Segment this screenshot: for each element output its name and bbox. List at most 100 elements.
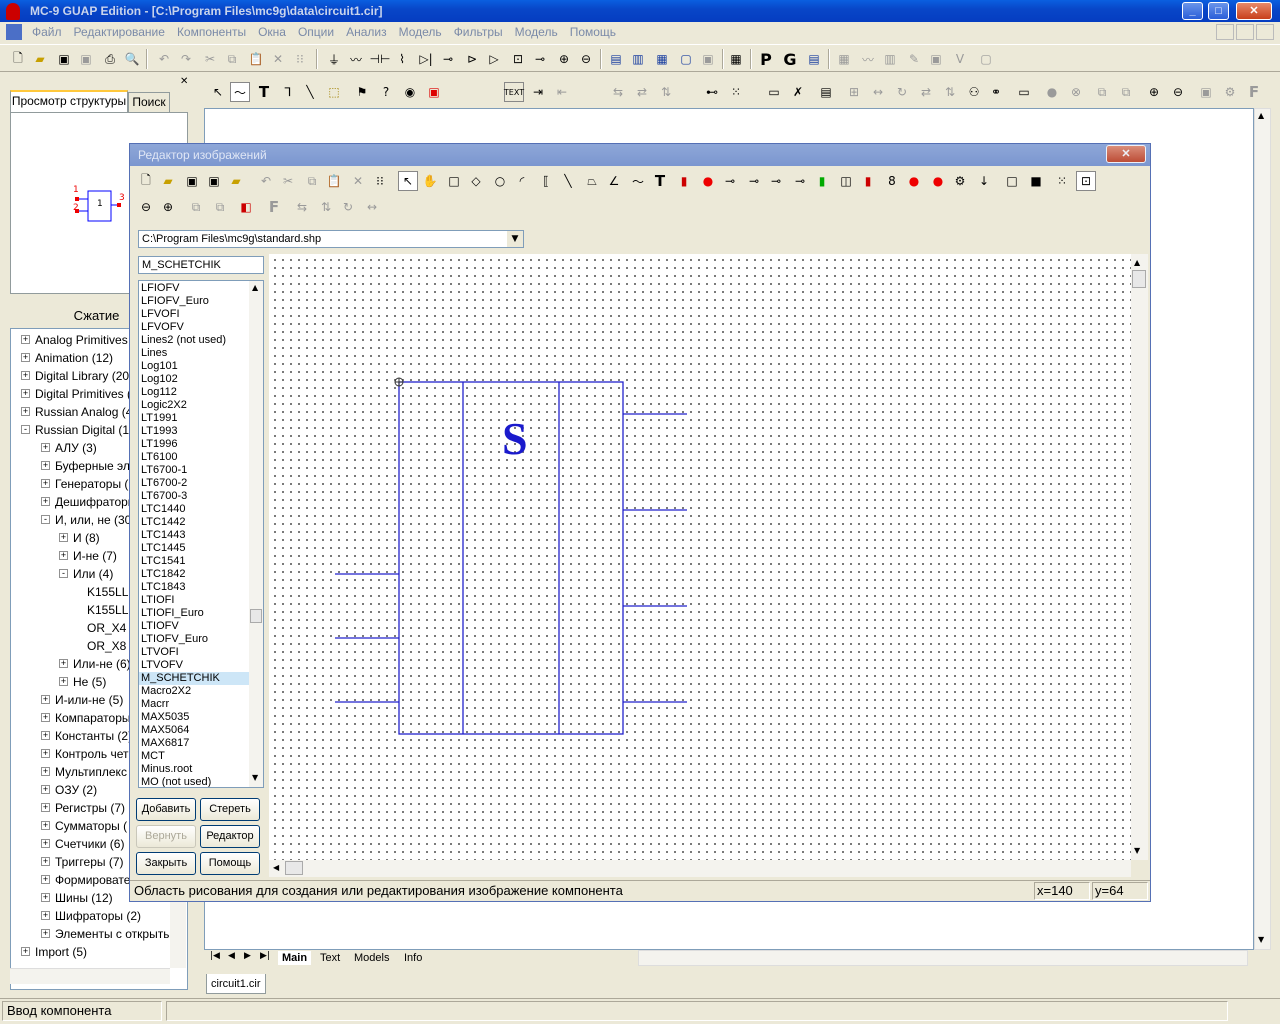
tool-y4-icon[interactable]: ⇄ <box>916 82 936 102</box>
source-icon[interactable]: ⊕ <box>554 49 574 69</box>
menu-filters[interactable]: Фильтры <box>448 22 509 42</box>
erase-button[interactable]: Стереть <box>200 798 260 821</box>
new-file-icon[interactable]: 🗋 <box>8 49 28 69</box>
tree-item[interactable]: + Import (5) <box>11 943 187 961</box>
shape-list-item[interactable]: M_SCHETCHIK <box>139 672 249 685</box>
shape-list-item[interactable]: LT1996 <box>139 438 249 451</box>
tool-x3-icon[interactable]: ⇅ <box>656 82 676 102</box>
editor-polygon-icon[interactable]: ⏢ <box>582 171 602 191</box>
editor-diamond-icon[interactable]: ◇ <box>466 171 486 191</box>
open-folder-icon[interactable]: ▰ <box>30 49 50 69</box>
tab-models[interactable]: Models <box>350 951 393 965</box>
shape-list-item[interactable]: LT6700-3 <box>139 490 249 503</box>
shape-list-item[interactable]: LTIOFI_Euro <box>139 607 249 620</box>
editor-folder-icon[interactable]: ▰ <box>226 171 246 191</box>
collapse-node-icon[interactable]: - <box>41 515 50 524</box>
doc-hscrollbar[interactable] <box>638 950 1248 966</box>
shape-list-scrollbar[interactable]: ▲ ▼ <box>249 281 263 787</box>
tab-nav-last[interactable]: ▶| <box>260 951 270 961</box>
expand-node-icon[interactable]: + <box>21 947 30 956</box>
wire-tool-icon[interactable]: 〜 <box>230 82 250 102</box>
shape-library-select[interactable]: C:\Program Files\mc9g\standard.shp ▼ <box>138 230 524 248</box>
props-icon[interactable]: ▤ <box>816 82 836 102</box>
editor-line-icon[interactable]: ╲ <box>558 171 578 191</box>
shape-list-item[interactable]: Lines <box>139 347 249 360</box>
resistor-icon[interactable]: 〰 <box>346 49 366 69</box>
panel-close-icon[interactable]: ✕ <box>180 76 188 87</box>
wire-corner-icon[interactable]: ⅂ <box>278 82 298 102</box>
undo-icon[interactable]: ↶ <box>154 49 174 69</box>
editor-switch-4-icon[interactable]: ⊸ <box>790 171 810 191</box>
drawing-canvas[interactable]: S <box>269 254 1131 860</box>
editor-save-icon[interactable]: ▣ <box>182 171 202 191</box>
editor-back-icon[interactable]: ⧉ <box>210 197 230 217</box>
shape-list-item[interactable]: LFVOFI <box>139 308 249 321</box>
arrange-icon[interactable]: ▣ <box>698 49 718 69</box>
shape-list-item[interactable]: LTC1842 <box>139 568 249 581</box>
expand-node-icon[interactable]: + <box>41 443 50 452</box>
cancel-icon[interactable]: ⊗ <box>1066 82 1086 102</box>
tree-item[interactable]: + Шифраторы (2) <box>11 907 187 925</box>
binoculars-icon[interactable]: ⚭ <box>986 82 1006 102</box>
expand-node-icon[interactable]: + <box>59 551 68 560</box>
color-icon[interactable]: ▣ <box>424 82 444 102</box>
grid-dots-icon[interactable]: ⁙ <box>726 82 746 102</box>
editor-font-icon[interactable]: F <box>264 197 284 217</box>
file-tab[interactable]: circuit1.cir <box>206 974 266 994</box>
menu-model[interactable]: Модель <box>393 22 448 42</box>
expand-node-icon[interactable]: + <box>41 893 50 902</box>
expand-node-icon[interactable]: + <box>59 533 68 542</box>
editor-pointer-icon[interactable]: ↖ <box>398 171 418 191</box>
print-preview-icon[interactable]: 🔍 <box>122 49 142 69</box>
expand-node-icon[interactable]: + <box>41 929 50 938</box>
shape-list-item[interactable]: Log101 <box>139 360 249 373</box>
buffer-icon[interactable]: ▷ <box>484 49 504 69</box>
editor-switch-3-icon[interactable]: ⊸ <box>766 171 786 191</box>
editor-ellipse-icon[interactable]: ○ <box>490 171 510 191</box>
macro-icon[interactable]: ⊡ <box>508 49 528 69</box>
expand-node-icon[interactable]: + <box>41 497 50 506</box>
expand-node-icon[interactable]: + <box>59 659 68 668</box>
redo-icon[interactable]: ↷ <box>176 49 196 69</box>
shape-list-item[interactable]: MCT <box>139 750 249 763</box>
camera-icon[interactable]: ▣ <box>1196 82 1216 102</box>
shape-list-item[interactable]: LTC1541 <box>139 555 249 568</box>
diode-icon[interactable]: ▷| <box>416 49 436 69</box>
menu-analysis[interactable]: Анализ <box>340 22 393 42</box>
flag-tool-icon[interactable]: ⚑ <box>352 82 372 102</box>
tool-z2-icon[interactable]: ⧉ <box>1116 82 1136 102</box>
editor-text-icon[interactable]: T <box>650 171 670 191</box>
mdi-close-button[interactable] <box>1256 24 1274 40</box>
editor-undo-icon[interactable]: ↶ <box>256 171 276 191</box>
editor-front-icon[interactable]: ⧉ <box>186 197 206 217</box>
editor-grid-icon[interactable]: ⁙ <box>1052 171 1072 191</box>
close-editor-button[interactable]: Закрыть <box>136 852 196 875</box>
editor-save-as-icon[interactable]: ▣ <box>204 171 224 191</box>
editor-rotate-icon[interactable]: ↻ <box>338 197 358 217</box>
tool-d-icon[interactable]: ✎ <box>904 49 924 69</box>
shape-list-item[interactable]: LTC1445 <box>139 542 249 555</box>
info-icon[interactable]: ◉ <box>400 82 420 102</box>
close-button[interactable]: ✕ <box>1236 2 1272 20</box>
expand-node-icon[interactable]: + <box>41 461 50 470</box>
shape-list-item[interactable]: Lines2 (not used) <box>139 334 249 347</box>
copy-icon[interactable]: ⧉ <box>222 49 242 69</box>
shape-name-input[interactable]: M_SCHETCHIK <box>138 256 264 274</box>
editor-zoom-out-icon[interactable]: ⊖ <box>136 197 156 217</box>
shape-list-item[interactable]: LTIOFI <box>139 594 249 607</box>
text-tool-icon[interactable]: T <box>254 82 274 102</box>
shape-list-item[interactable]: Logic2X2 <box>139 399 249 412</box>
tab-nav-prev[interactable]: ◀ <box>228 951 235 961</box>
delete-icon[interactable]: ✕ <box>268 49 288 69</box>
select-arrow-icon[interactable]: ↖ <box>208 82 228 102</box>
tool-b-icon[interactable]: 〰 <box>858 49 878 69</box>
collapse-button[interactable]: Сжатие <box>64 306 130 326</box>
tool-y2-icon[interactable]: ↔ <box>868 82 888 102</box>
shape-list-item[interactable]: LTC1440 <box>139 503 249 516</box>
tree-item[interactable]: + Элементы с открыты <box>11 925 187 943</box>
cascade-icon[interactable]: ▤ <box>606 49 626 69</box>
tool-y5-icon[interactable]: ⇅ <box>940 82 960 102</box>
zoom-out-icon[interactable]: ⊖ <box>1168 82 1188 102</box>
expand-node-icon[interactable]: + <box>41 839 50 848</box>
tool-x4-icon[interactable]: ⊷ <box>702 82 722 102</box>
